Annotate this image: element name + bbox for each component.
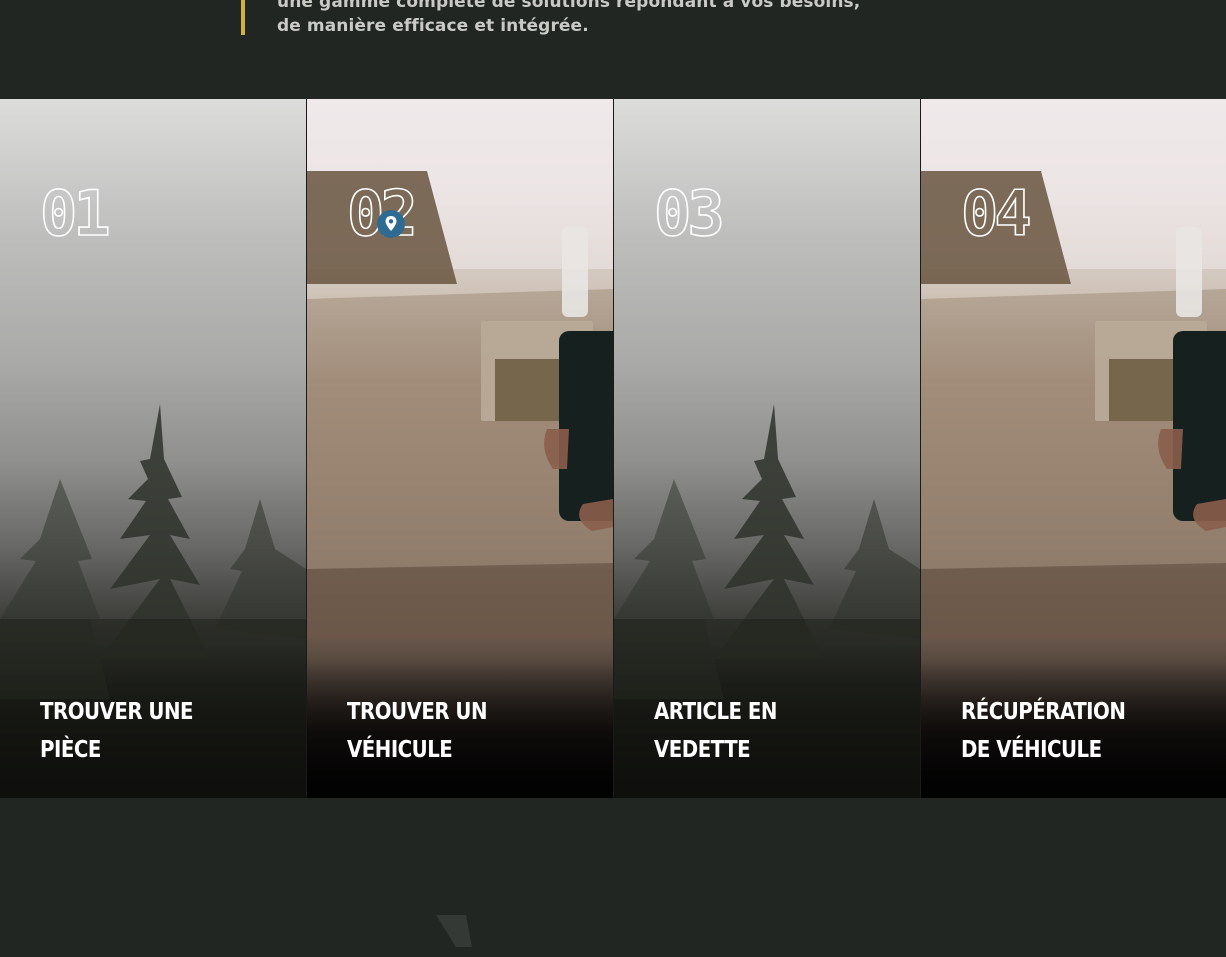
intro-line-2: de manière efficace et intégrée. [277,16,589,36]
accent-bar [241,0,245,35]
card-article-en-vedette[interactable]: 03 ARTICLE EN VEDETTE [613,99,920,798]
card-title-line-2: PIÈCE [40,737,101,763]
decorative-shape [436,915,472,947]
card-recuperation-de-vehicule[interactable]: 04 RÉCUPÉRATION DE VÉHICULE [920,99,1226,798]
card-title-line-1: RÉCUPÉRATION [961,699,1126,725]
card-title-line-2: VÉHICULE [347,737,453,763]
card-title-line-1: TROUVER UN [347,699,488,725]
card-title: RÉCUPÉRATION DE VÉHICULE [961,693,1159,769]
service-cards: 01 TROUVER UNE PIÈCE 02 TROUVER UN VÉHIC… [0,99,1226,798]
intro-text: une gamme complète de solutions répondan… [277,0,860,38]
card-title-line-1: ARTICLE EN [654,699,777,725]
intro-line-1: une gamme complète de solutions répondan… [277,0,861,12]
card-trouver-une-piece[interactable]: 01 TROUVER UNE PIÈCE [0,99,306,798]
intro-section: une gamme complète de solutions répondan… [241,0,860,40]
card-trouver-un-vehicule[interactable]: 02 TROUVER UN VÉHICULE [306,99,613,798]
card-number: 04 [960,177,1032,250]
card-title-line-1: TROUVER UNE [40,699,194,725]
card-title: TROUVER UN VÉHICULE [347,693,545,769]
card-title: TROUVER UNE PIÈCE [40,693,238,769]
card-title-line-2: VEDETTE [654,737,751,763]
card-number: 01 [39,177,111,250]
card-number: 03 [653,177,725,250]
card-title-line-2: DE VÉHICULE [961,737,1102,763]
map-pin-icon[interactable] [376,209,406,239]
card-title: ARTICLE EN VEDETTE [654,693,852,769]
